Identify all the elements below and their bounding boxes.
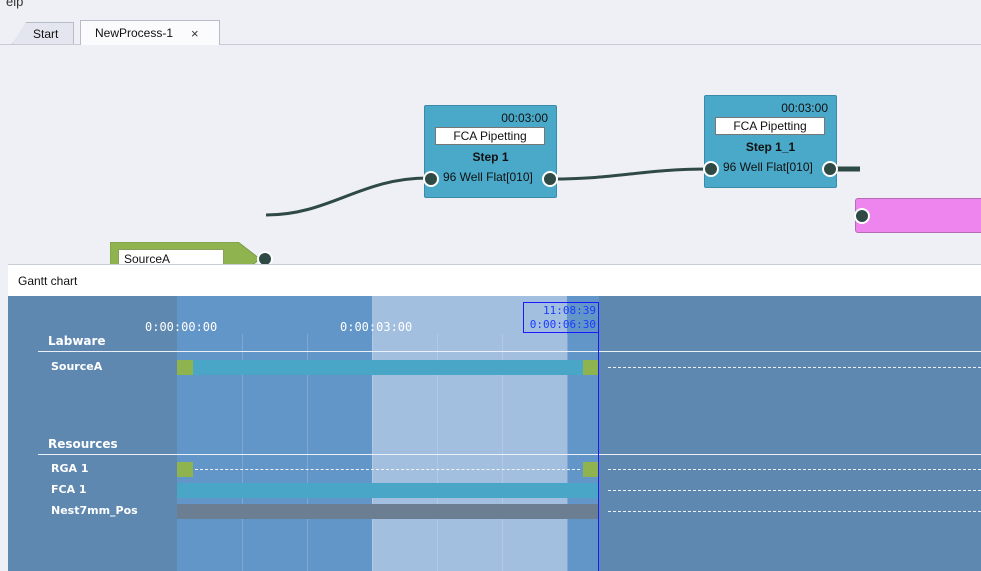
row-label-nest7mm: Nest7mm_Pos: [51, 504, 138, 517]
tab-start[interactable]: Start: [12, 22, 74, 44]
section-labware: Labware: [48, 334, 106, 348]
row-label-sourcea: SourceA: [51, 360, 103, 373]
idle-dashes: [608, 469, 981, 470]
step-type-field[interactable]: FCA Pipetting: [435, 127, 545, 145]
idle-dashes: [608, 511, 981, 512]
step-input-port[interactable]: [703, 161, 719, 177]
cursor-clock: 11:08:39: [543, 304, 596, 317]
sink-input-port[interactable]: [854, 208, 870, 224]
tab-newprocess[interactable]: NewProcess-1 ×: [80, 20, 220, 45]
wire-source-to-step1: [265, 176, 429, 217]
step-duration: 00:03:00: [501, 111, 548, 125]
time-tick: 0:00:03:00: [340, 320, 413, 334]
gantt-title: Gantt chart: [18, 274, 78, 288]
menu-remnant: elp: [6, 0, 24, 9]
end-marker[interactable]: [583, 360, 599, 375]
cursor-elapsed: 0:00:06:30: [529, 318, 596, 331]
step-node-2[interactable]: 00:03:00 FCA Pipetting Step 1_1 96 Well …: [703, 95, 838, 188]
step-output-port[interactable]: [542, 171, 558, 187]
task-bar-sourcea[interactable]: [177, 360, 599, 375]
start-marker[interactable]: [177, 360, 193, 375]
close-icon[interactable]: ×: [191, 26, 199, 41]
task-bar-nest7mm[interactable]: [177, 504, 599, 519]
step-output-port[interactable]: [822, 161, 838, 177]
task-bar-fca1[interactable]: [177, 483, 599, 498]
time-cursor-line[interactable]: [598, 302, 599, 571]
section-divider: [38, 351, 981, 352]
idle-dashes: [608, 367, 981, 368]
step-duration: 00:03:00: [781, 101, 828, 115]
timeline-band-highlight: [372, 296, 567, 571]
process-canvas[interactable]: SourceA 00:03:00 FCA Pipetting Step 1 96…: [0, 45, 981, 276]
gantt-chart[interactable]: 0:00:00:00 0:00:03:00 11:08:39 0:00:06:3…: [8, 296, 981, 571]
document-tabstrip: Start NewProcess-1 ×: [0, 18, 981, 45]
step-name: Step 1_1: [745, 140, 796, 154]
row-label-rga1: RGA 1: [51, 462, 89, 475]
tab-newprocess-label: NewProcess-1: [95, 26, 174, 40]
step-input-port[interactable]: [423, 171, 439, 187]
time-cursor-readout: 11:08:39 0:00:06:30: [523, 302, 599, 333]
timeline-band: [567, 296, 599, 571]
tab-start-label: Start: [33, 26, 59, 41]
step-labware: 96 Well Flat[010]: [443, 170, 533, 184]
section-divider: [38, 454, 981, 455]
time-tick: 0:00:00:00: [145, 320, 218, 334]
timeline-band: [177, 296, 372, 571]
step-type-field[interactable]: FCA Pipetting: [715, 117, 825, 135]
idle-dashes: [195, 469, 580, 470]
end-marker[interactable]: [583, 462, 599, 477]
step-labware: 96 Well Flat[010]: [723, 160, 813, 174]
step-name: Step 1: [472, 150, 509, 164]
sink-node[interactable]: [854, 198, 981, 233]
gantt-header: Gantt chart: [8, 264, 981, 296]
row-label-fca1: FCA 1: [51, 483, 87, 496]
idle-dashes: [608, 490, 981, 491]
step-node-1[interactable]: 00:03:00 FCA Pipetting Step 1 96 Well Fl…: [423, 105, 558, 198]
section-resources: Resources: [48, 437, 118, 451]
start-marker[interactable]: [177, 462, 193, 477]
wire-step1-to-step2: [550, 167, 711, 181]
